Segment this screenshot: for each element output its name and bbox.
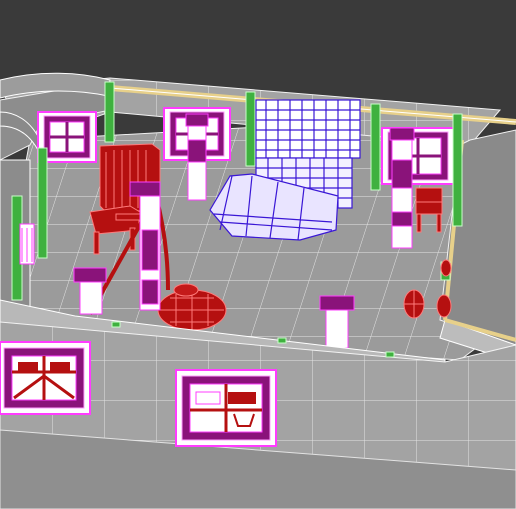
pedestal-2[interactable] — [389, 127, 415, 249]
front-wall-window-left[interactable] — [0, 341, 91, 415]
front-wall-window-right[interactable] — [175, 369, 277, 447]
3d-viewport[interactable] — [0, 0, 516, 509]
pedestal-6[interactable] — [19, 223, 35, 265]
wireframe-scene[interactable] — [0, 0, 516, 509]
pedestal-1[interactable] — [185, 113, 209, 201]
